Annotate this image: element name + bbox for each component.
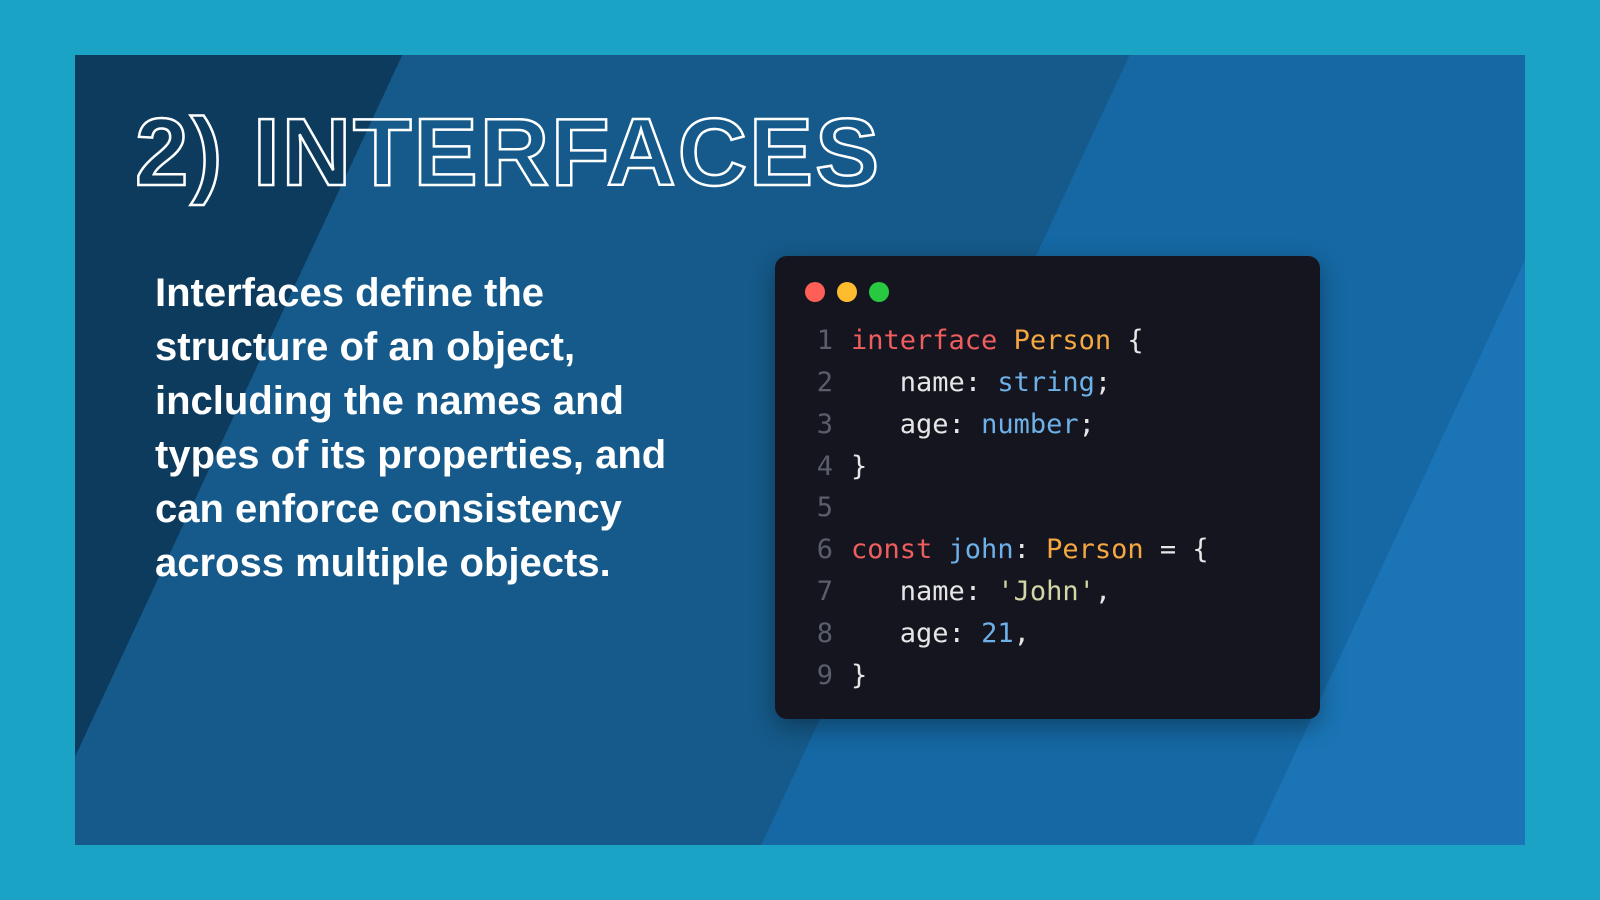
code-token: age xyxy=(900,404,949,446)
code-token: number xyxy=(981,404,1079,446)
code-token: : xyxy=(965,571,998,613)
code-line: 3 age: number; xyxy=(797,404,1294,446)
minimize-icon xyxy=(837,282,857,302)
code-token: } xyxy=(851,655,867,697)
code-line: 7 name: 'John', xyxy=(797,571,1294,613)
window-controls xyxy=(805,282,1294,302)
code-token xyxy=(851,613,900,655)
slide-content: Interfaces define the structure of an ob… xyxy=(135,266,1465,719)
code-token: ; xyxy=(1095,362,1111,404)
code-line: 8 age: 21, xyxy=(797,613,1294,655)
code-token xyxy=(851,404,900,446)
code-token: name xyxy=(900,362,965,404)
code-token: ; xyxy=(1079,404,1095,446)
line-number: 9 xyxy=(797,655,833,697)
code-token xyxy=(851,362,900,404)
line-number: 7 xyxy=(797,571,833,613)
code-line: 4} xyxy=(797,446,1294,488)
line-number: 3 xyxy=(797,404,833,446)
slide-card: 2) INTERFACES Interfaces define the stru… xyxy=(75,55,1525,845)
code-token: : xyxy=(949,613,982,655)
close-icon xyxy=(805,282,825,302)
code-line: 5 xyxy=(797,487,1294,529)
code-token: : xyxy=(965,362,998,404)
code-token xyxy=(851,571,900,613)
slide-description: Interfaces define the structure of an ob… xyxy=(155,266,715,719)
code-token: 21 xyxy=(981,613,1014,655)
code-token: , xyxy=(1014,613,1030,655)
line-number: 2 xyxy=(797,362,833,404)
code-token: john xyxy=(949,529,1014,571)
code-token: name xyxy=(900,571,965,613)
code-token xyxy=(932,529,948,571)
code-token: : xyxy=(949,404,982,446)
slide-title: 2) INTERFACES xyxy=(135,105,1465,201)
code-token: , xyxy=(1095,571,1111,613)
code-token: : xyxy=(1014,529,1047,571)
line-number: 8 xyxy=(797,613,833,655)
code-token: interface xyxy=(851,320,997,362)
line-number: 4 xyxy=(797,446,833,488)
code-line: 6 const john: Person = { xyxy=(797,529,1294,571)
code-token: const xyxy=(851,529,932,571)
code-token: string xyxy=(997,362,1095,404)
code-line: 1 interface Person { xyxy=(797,320,1294,362)
code-token: Person xyxy=(1046,529,1144,571)
code-line: 2 name: string; xyxy=(797,362,1294,404)
code-token xyxy=(997,320,1013,362)
code-token: = { xyxy=(1144,529,1209,571)
line-number: 1 xyxy=(797,320,833,362)
line-number: 6 xyxy=(797,529,833,571)
code-block: 1interface Person {2 name: string;3 age:… xyxy=(797,320,1294,697)
maximize-icon xyxy=(869,282,889,302)
code-line: 9} xyxy=(797,655,1294,697)
code-token: 'John' xyxy=(997,571,1095,613)
code-token: } xyxy=(851,446,867,488)
code-token: Person xyxy=(1014,320,1112,362)
code-token: { xyxy=(1111,320,1144,362)
code-token: age xyxy=(900,613,949,655)
code-window: 1interface Person {2 name: string;3 age:… xyxy=(775,256,1320,719)
line-number: 5 xyxy=(797,487,833,529)
